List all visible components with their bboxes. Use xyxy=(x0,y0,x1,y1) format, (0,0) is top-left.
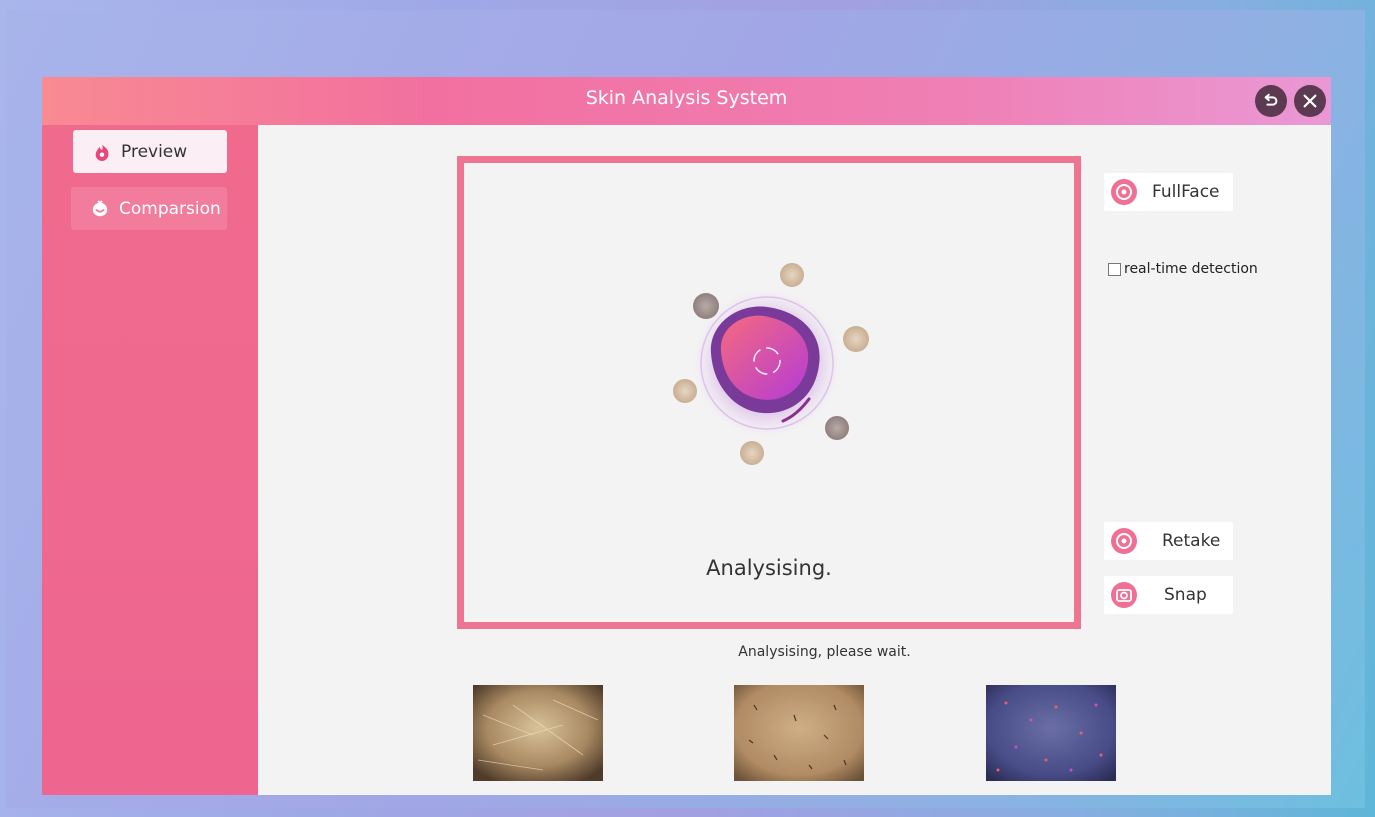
skin-thumbnail-3-uv[interactable] xyxy=(986,685,1116,781)
realtime-detection-checkbox[interactable] xyxy=(1108,262,1121,276)
status-message: Analysising, please wait. xyxy=(738,644,911,660)
window-title: Skin Analysis System xyxy=(585,87,788,109)
sidebar: Preview Comparsion xyxy=(42,125,258,795)
snap-button[interactable]: Snap xyxy=(1104,576,1233,614)
retake-button[interactable]: Retake xyxy=(1104,522,1233,560)
camera-preview: Analysising. xyxy=(457,156,1081,629)
close-icon xyxy=(1303,94,1317,108)
main-panel: Analysising. FullFace real-time detectio… xyxy=(258,125,1331,795)
sidebar-item-preview[interactable]: Preview xyxy=(73,130,227,173)
retake-label: Retake xyxy=(1162,531,1221,551)
app-window: Skin Analysis System Preview Comparsion … xyxy=(42,77,1331,795)
snap-label: Snap xyxy=(1164,585,1207,605)
sidebar-item-comparsion[interactable]: Comparsion xyxy=(71,187,227,230)
realtime-detection-toggle[interactable]: real-time detection xyxy=(1108,261,1258,277)
camera-icon xyxy=(1111,582,1137,608)
skin-thumbnail-2[interactable] xyxy=(734,685,864,781)
face-icon xyxy=(92,199,108,216)
flame-icon xyxy=(95,144,109,161)
close-button[interactable] xyxy=(1294,85,1326,117)
analysis-spinner-icon xyxy=(673,263,869,465)
back-button[interactable] xyxy=(1255,85,1287,117)
sidebar-item-label: Comparsion xyxy=(119,198,221,219)
fullface-icon xyxy=(1111,179,1137,205)
skin-thumbnail-1[interactable] xyxy=(473,685,603,781)
title-bar: Skin Analysis System xyxy=(42,77,1331,125)
retake-icon xyxy=(1111,528,1137,554)
fullface-label: FullFace xyxy=(1152,182,1220,202)
fullface-button[interactable]: FullFace xyxy=(1104,173,1233,211)
realtime-detection-label: real-time detection xyxy=(1124,261,1258,277)
sidebar-item-label: Preview xyxy=(121,141,188,162)
viewer-status-text: Analysising. xyxy=(706,556,832,580)
undo-icon xyxy=(1264,93,1278,106)
